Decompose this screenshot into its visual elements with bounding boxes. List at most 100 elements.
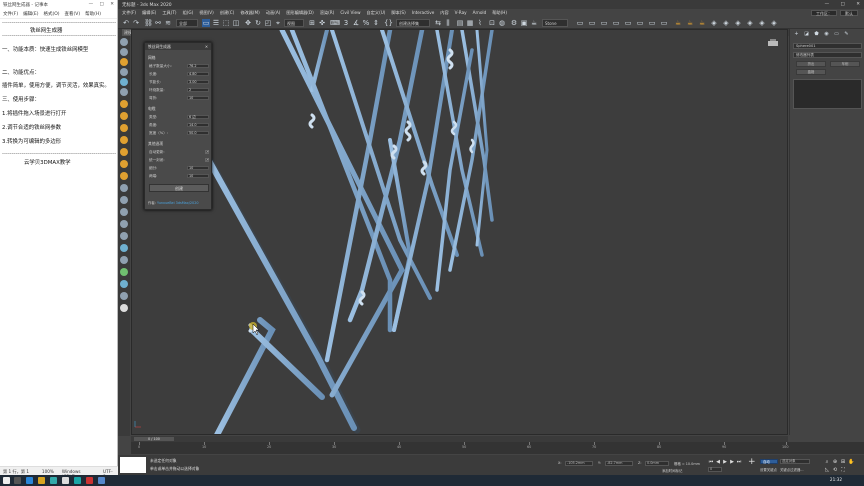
placement-icon[interactable]: ⌖ (274, 19, 282, 27)
toolbar-icon[interactable] (120, 172, 128, 180)
param-spinner[interactable]: 3.00 (187, 79, 209, 85)
param-spinner[interactable]: 4.80 (187, 71, 209, 77)
zoom-all-icon[interactable]: ⊕ (832, 459, 838, 465)
minimize-button[interactable]: — (89, 2, 94, 7)
dialog-close-button[interactable]: ✕ (205, 44, 208, 49)
menu-views[interactable]: 视图(V) (199, 10, 214, 16)
redo-icon[interactable]: ↷ (132, 19, 140, 27)
motion-tab-icon[interactable]: ◉ (823, 31, 830, 37)
explorer-icon[interactable] (38, 477, 45, 484)
toolbar-icon[interactable] (120, 100, 128, 108)
toolbar-icon[interactable] (120, 232, 128, 240)
teapot-icon[interactable]: ☕ (686, 19, 694, 27)
menu-file[interactable]: 文件(F) (3, 11, 18, 17)
menu-rendering[interactable]: 渲染(R) (320, 10, 335, 16)
toolbar-icon[interactable] (120, 304, 128, 312)
lattice-button[interactable]: 晶格 (796, 69, 826, 75)
link-icon[interactable]: ⛓ (144, 19, 153, 27)
lathe-button[interactable]: 车削 (830, 61, 860, 67)
toolbar-icon[interactable]: ▭ (600, 19, 608, 27)
keyboard-shortcut-icon[interactable]: ⌨ (330, 19, 340, 27)
toolbar-icon[interactable] (120, 256, 128, 264)
time-slider[interactable]: 0 / 100 (134, 437, 174, 441)
param-spinner[interactable]: 14.0 (187, 122, 209, 128)
play-icon[interactable]: ▶ (722, 459, 728, 465)
fov-icon[interactable]: ◺ (824, 467, 830, 473)
auto-update-checkbox[interactable]: ✔ (205, 150, 209, 154)
toolbar-icon[interactable] (120, 112, 128, 120)
curve-editor-icon[interactable]: ⌇ (476, 19, 484, 27)
toolbar-icon[interactable] (120, 48, 128, 56)
undo-icon[interactable]: ↶ (122, 19, 130, 27)
menu-scripting[interactable]: 脚本(S) (391, 10, 405, 16)
menu-help[interactable]: 帮助(H) (85, 11, 101, 17)
menu-tools[interactable]: 工具(T) (162, 10, 176, 16)
toolbar-icon[interactable]: ◈ (758, 19, 766, 27)
toolbar-icon[interactable]: ◈ (722, 19, 730, 27)
app-icon[interactable] (98, 477, 105, 484)
snap-icon[interactable]: 3 (342, 19, 350, 27)
rect-selection-icon[interactable]: ⬚ (222, 19, 230, 27)
reference-coord-dropdown[interactable]: 视图 (284, 19, 304, 27)
toggle-ribbon-icon[interactable]: ▦ (466, 19, 474, 27)
param-spinner[interactable]: 50.0 (187, 130, 209, 136)
author-link[interactable]: YunxueBei 3dsMax/2020 (157, 201, 199, 205)
maximize-viewport-icon[interactable]: ⛶ (840, 467, 846, 473)
menu-arnold[interactable]: Arnold (473, 10, 487, 16)
toolbar-icon[interactable]: ◈ (770, 19, 778, 27)
select-manipulate-icon[interactable]: ✜ (318, 19, 326, 27)
render-icon[interactable]: ☕ (530, 19, 538, 27)
display-tab-icon[interactable]: ▭ (833, 31, 840, 37)
modifier-stack[interactable] (793, 79, 862, 109)
toolbar-icon[interactable]: ▭ (576, 19, 584, 27)
toolbar-icon[interactable]: ◈ (746, 19, 754, 27)
app-icon[interactable] (86, 477, 93, 484)
orbit-icon[interactable]: ⟲ (832, 467, 838, 473)
menu-civil-view[interactable]: Civil View (340, 10, 360, 16)
menu-format[interactable]: 格式(O) (43, 11, 59, 17)
angle-snap-icon[interactable]: ∡ (352, 19, 360, 27)
toolbar-icon[interactable] (120, 196, 128, 204)
toolbar-icon[interactable]: ▭ (648, 19, 656, 27)
toolbar-icon[interactable] (120, 268, 128, 276)
hierarchy-tab-icon[interactable]: ⬟ (813, 31, 820, 37)
close-button[interactable]: ✕ (110, 2, 114, 7)
menu-graph-editors[interactable]: 图形编辑器(D) (286, 10, 313, 16)
teapot-icon[interactable]: ☕ (698, 19, 706, 27)
material-editor-icon[interactable]: ◍ (498, 19, 506, 27)
toolbar-icon[interactable]: ▭ (624, 19, 632, 27)
current-frame-field[interactable]: 0 (708, 467, 722, 472)
select-object-icon[interactable]: ▭ (202, 19, 210, 27)
toolbar-icon[interactable] (120, 220, 128, 228)
toolbar-icon[interactable] (120, 160, 128, 168)
go-to-end-icon[interactable]: ⏭ (736, 459, 742, 465)
maxscript-listener[interactable] (120, 457, 146, 473)
app-icon[interactable] (50, 477, 57, 484)
schematic-view-icon[interactable]: ⊡ (488, 19, 496, 27)
search-icon[interactable] (14, 477, 21, 484)
rotate-icon[interactable]: ↻ (254, 19, 262, 27)
layer-explorer-icon[interactable]: ▤ (456, 19, 464, 27)
toolbar-icon[interactable] (120, 88, 128, 96)
toolbar-icon[interactable] (120, 184, 128, 192)
toolbar-icon[interactable] (120, 292, 128, 300)
menu-edit[interactable]: 编辑(E) (142, 10, 156, 16)
toolbar-icon[interactable] (120, 136, 128, 144)
mirror-icon[interactable]: ⇆ (434, 19, 442, 27)
menu-content[interactable]: 内容 (440, 10, 448, 16)
align-icon[interactable]: ⫼ (444, 19, 452, 27)
create-icon[interactable] (120, 38, 128, 46)
spinner-snap-icon[interactable]: ⇕ (372, 19, 380, 27)
prev-frame-icon[interactable]: ◀ (715, 459, 721, 465)
pivot-icon[interactable]: ⊞ (308, 19, 316, 27)
render-preset-dropdown[interactable]: Stone (542, 19, 568, 27)
toolbar-icon[interactable] (120, 148, 128, 156)
percent-snap-icon[interactable]: % (362, 19, 370, 27)
param-spinner[interactable]: 10 (187, 165, 209, 171)
pan-icon[interactable]: ✋ (848, 459, 854, 465)
key-mode-icon[interactable]: + (748, 458, 756, 467)
y-coordinate-field[interactable]: -82.7mm (605, 461, 633, 466)
toolbar-icon[interactable] (120, 124, 128, 132)
max-taskbar-icon[interactable] (74, 477, 81, 484)
render-setup-icon[interactable]: ⚙ (510, 19, 518, 27)
